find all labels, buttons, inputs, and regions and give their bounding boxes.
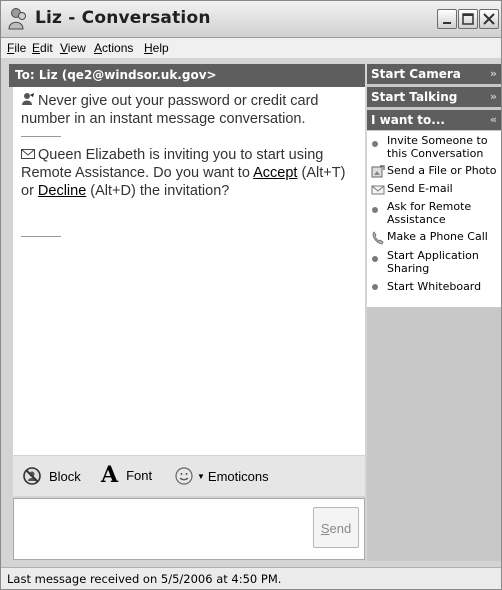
minimize-button[interactable] <box>437 9 457 29</box>
minimize-icon <box>443 22 451 24</box>
send-button[interactable]: Send <box>313 507 359 548</box>
smiley-icon <box>175 467 193 485</box>
send-label-rest: end <box>329 521 352 536</box>
menu-bar: File Edit View Actions Help <box>1 38 501 58</box>
maximize-icon <box>462 13 474 25</box>
conversation-window: Liz - Conversation File Edit View Action… <box>0 0 502 590</box>
messenger-buddy-icon <box>8 8 26 30</box>
envelope-icon <box>21 149 35 159</box>
close-button[interactable] <box>479 9 499 29</box>
window-title: Liz - Conversation <box>35 8 211 28</box>
menu-file[interactable]: File <box>7 41 26 55</box>
phone-icon <box>372 231 384 245</box>
person-warning-icon <box>22 93 34 105</box>
chevron-down-icon: » <box>489 90 497 103</box>
task-invite[interactable]: Invite Someone to this Conversation <box>367 134 501 160</box>
recipient-bar: To: Liz (qe2@windsor.uk.gov> <box>9 64 365 87</box>
task-send-file[interactable]: Send a File or Photo <box>367 164 501 180</box>
remote-assistance-invite-message: Queen Elizabeth is inviting you to start… <box>21 147 346 199</box>
chevron-down-icon: ▼ <box>197 471 205 481</box>
section-start-camera[interactable]: Start Camera » <box>367 64 501 84</box>
menu-edit[interactable]: Edit <box>32 41 53 55</box>
send-file-icon <box>371 165 385 178</box>
task-send-email[interactable]: Send E-mail <box>367 182 501 198</box>
invite-icon <box>372 141 378 147</box>
menu-actions[interactable]: Actions <box>94 41 133 55</box>
task-phone-call[interactable]: Make a Phone Call <box>367 230 501 246</box>
title-bar[interactable]: Liz - Conversation <box>1 1 501 38</box>
accept-link[interactable]: Accept <box>253 165 297 181</box>
maximize-button[interactable] <box>458 9 478 29</box>
close-icon <box>483 13 495 25</box>
formatting-toolbar: Block A Font ▼ Emoticons <box>13 456 365 496</box>
security-warning-message: Never give out your password or credit c… <box>21 93 319 127</box>
font-button[interactable]: A Font <box>101 464 152 486</box>
menu-view[interactable]: View <box>60 41 86 55</box>
status-bar: Last message received on 5/5/2006 at 4:5… <box>1 567 501 589</box>
task-whiteboard[interactable]: Start Whiteboard <box>367 280 501 296</box>
emoticons-button[interactable]: ▼ Emoticons <box>175 467 269 485</box>
email-icon <box>371 185 385 195</box>
app-sharing-icon <box>372 256 378 262</box>
task-list: Invite Someone to this Conversation Send… <box>367 131 501 307</box>
message-divider <box>21 236 61 237</box>
task-pane: Start Camera » Start Talking » I want to… <box>367 64 501 561</box>
font-icon: A <box>101 462 119 488</box>
section-i-want-to[interactable]: I want to... « <box>367 110 501 130</box>
block-icon <box>23 467 41 485</box>
menu-help[interactable]: Help <box>144 41 169 55</box>
message-divider <box>21 136 61 137</box>
remote-assistance-icon <box>372 207 378 213</box>
whiteboard-icon <box>372 284 378 290</box>
message-input[interactable]: Send <box>13 498 365 560</box>
decline-link[interactable]: Decline <box>38 183 86 199</box>
task-remote-assistance[interactable]: Ask for Remote Assistance <box>367 200 501 226</box>
chevron-down-icon: » <box>489 67 497 80</box>
chevron-up-icon: « <box>489 113 497 126</box>
section-start-talking[interactable]: Start Talking » <box>367 87 501 107</box>
block-button[interactable]: Block <box>23 467 81 485</box>
task-app-sharing[interactable]: Start Application Sharing <box>367 249 501 275</box>
conversation-history[interactable]: Never give out your password or credit c… <box>13 87 365 455</box>
